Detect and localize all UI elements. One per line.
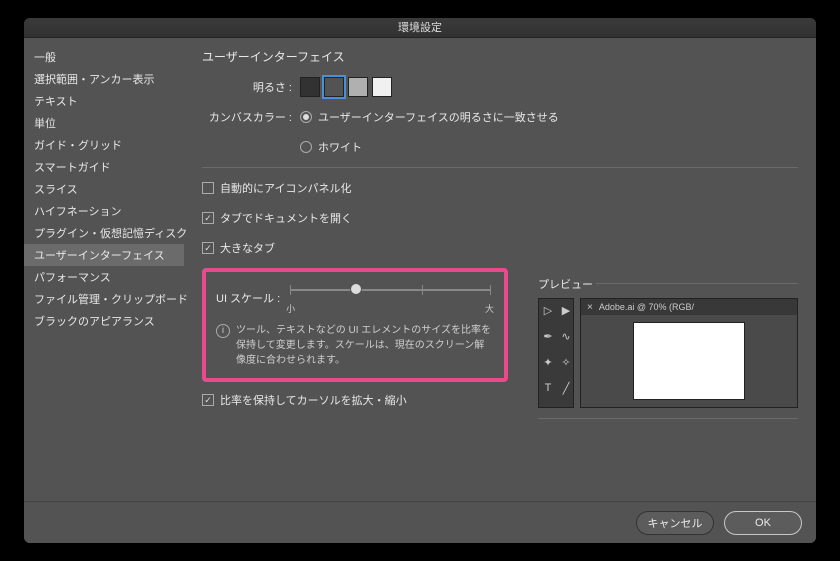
preferences-main: ユーザーインターフェイス 明るさ : カンバスカラー : ユーザーインターフェイ… bbox=[184, 38, 816, 501]
ok-button[interactable]: OK bbox=[724, 511, 802, 535]
direct-selection-tool-icon: ▶ bbox=[559, 303, 573, 317]
brightness-swatch[interactable] bbox=[324, 77, 344, 97]
slider-thumb[interactable] bbox=[350, 283, 362, 295]
preview-tool-panel: ▷ ▶ ✒ ∿ ✦ ✧ T ╱ bbox=[538, 298, 574, 408]
sidebar-item[interactable]: ブラックのアピアランス bbox=[24, 310, 184, 332]
brightness-swatches bbox=[300, 77, 392, 97]
slider-min-label: 小 bbox=[286, 302, 295, 315]
line-tool-icon: ╱ bbox=[559, 381, 573, 395]
radio-icon bbox=[300, 141, 312, 153]
sidebar-item[interactable]: 一般 bbox=[24, 46, 184, 68]
sidebar-item[interactable]: スマートガイド bbox=[24, 156, 184, 178]
canvas-color-radio-match[interactable]: ユーザーインターフェイスの明るさに一致させる bbox=[300, 109, 559, 125]
sidebar-item[interactable]: ガイド・グリッド bbox=[24, 134, 184, 156]
close-icon: × bbox=[587, 302, 593, 313]
ui-scale-info-text: ツール、テキストなどの UI エレメントのサイズを比率を保持して変更します。スケ… bbox=[236, 323, 494, 368]
preferences-sidebar: 一般選択範囲・アンカー表示テキスト単位ガイド・グリッドスマートガイドスライスハイ… bbox=[24, 38, 184, 501]
checkbox-label: 自動的にアイコンパネル化 bbox=[220, 180, 351, 196]
canvas-color-radio-white[interactable]: ホワイト bbox=[300, 139, 362, 155]
checkbox-large-tabs[interactable]: 大きなタブ bbox=[202, 238, 798, 258]
dialog-footer: キャンセル OK bbox=[24, 501, 816, 543]
sidebar-item[interactable]: ファイル管理・クリップボード bbox=[24, 288, 184, 310]
section-title: ユーザーインターフェイス bbox=[202, 48, 798, 65]
sidebar-item[interactable]: テキスト bbox=[24, 90, 184, 112]
checkbox-label: 比率を保持してカーソルを拡大・縮小 bbox=[220, 392, 407, 408]
sidebar-item[interactable]: 選択範囲・アンカー表示 bbox=[24, 68, 184, 90]
checkbox-icon bbox=[202, 242, 214, 254]
brightness-label: 明るさ : bbox=[202, 79, 292, 95]
preview-canvas bbox=[634, 323, 744, 399]
sidebar-item[interactable]: スライス bbox=[24, 178, 184, 200]
radio-label: ホワイト bbox=[318, 139, 362, 155]
checkbox-auto-icon-panel[interactable]: 自動的にアイコンパネル化 bbox=[202, 178, 798, 198]
radio-icon bbox=[300, 111, 312, 123]
sidebar-item[interactable]: パフォーマンス bbox=[24, 266, 184, 288]
preferences-window: 環境設定 一般選択範囲・アンカー表示テキスト単位ガイド・グリッドスマートガイドス… bbox=[24, 18, 816, 543]
lasso-tool-icon: ✧ bbox=[559, 355, 573, 369]
brightness-swatch[interactable] bbox=[372, 77, 392, 97]
sidebar-item[interactable]: 単位 bbox=[24, 112, 184, 134]
window-title: 環境設定 bbox=[398, 22, 442, 34]
cancel-button[interactable]: キャンセル bbox=[636, 511, 714, 535]
checkbox-icon bbox=[202, 182, 214, 194]
canvas-color-label: カンバスカラー : bbox=[202, 109, 292, 125]
brightness-swatch[interactable] bbox=[300, 77, 320, 97]
type-tool-icon: T bbox=[541, 381, 555, 395]
checkbox-icon bbox=[202, 212, 214, 224]
ui-scale-highlight: UI スケール : 小 大 bbox=[202, 268, 508, 382]
ui-scale-slider[interactable] bbox=[290, 280, 490, 300]
sidebar-item[interactable]: ユーザーインターフェイス bbox=[24, 244, 184, 266]
ui-scale-label: UI スケール : bbox=[216, 290, 280, 306]
wand-tool-icon: ✦ bbox=[541, 355, 555, 369]
pen-tool-icon: ✒ bbox=[541, 329, 555, 343]
preview-document-panel: × Adobe.ai @ 70% (RGB/ bbox=[580, 298, 798, 408]
checkbox-label: 大きなタブ bbox=[220, 240, 275, 256]
sidebar-item[interactable]: ハイフネーション bbox=[24, 200, 184, 222]
divider bbox=[202, 167, 798, 168]
info-icon: i bbox=[216, 324, 230, 338]
checkbox-label: タブでドキュメントを開く bbox=[220, 210, 352, 226]
preview-title: プレビュー bbox=[538, 276, 798, 292]
window-titlebar: 環境設定 bbox=[24, 18, 816, 38]
brightness-swatch[interactable] bbox=[348, 77, 368, 97]
curvature-tool-icon: ∿ bbox=[559, 329, 573, 343]
slider-max-label: 大 bbox=[485, 302, 494, 315]
checkbox-icon bbox=[202, 394, 214, 406]
preview-tab-label: Adobe.ai @ 70% (RGB/ bbox=[599, 302, 694, 312]
sidebar-item[interactable]: プラグイン・仮想記憶ディスク bbox=[24, 222, 184, 244]
radio-label: ユーザーインターフェイスの明るさに一致させる bbox=[318, 109, 559, 125]
selection-tool-icon: ▷ bbox=[541, 303, 555, 317]
preview-section: プレビュー ▷ ▶ ✒ ∿ ✦ ✧ T ╱ bbox=[538, 276, 798, 419]
checkbox-open-tabs[interactable]: タブでドキュメントを開く bbox=[202, 208, 798, 228]
